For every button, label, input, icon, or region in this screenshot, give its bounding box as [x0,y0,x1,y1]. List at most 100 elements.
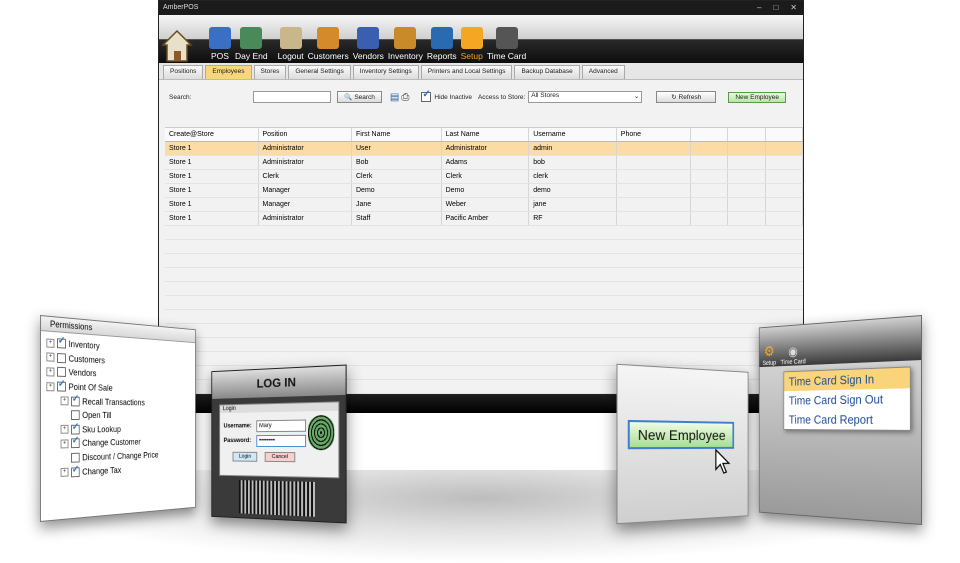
table-cell: Demo [442,184,530,197]
permission-checkbox[interactable] [57,367,66,377]
login-button[interactable]: Login [233,452,258,462]
ribbon-button-logout[interactable]: Logout [278,27,304,63]
username-input[interactable] [256,420,306,433]
ribbon-button-vendors[interactable]: Vendors [353,27,384,63]
empty-row [165,226,803,240]
permission-label: Customers [68,354,105,366]
ribbon-button-label: Day End [235,51,268,61]
column-header[interactable]: Username [529,128,617,141]
table-cell [617,170,691,183]
column-header[interactable]: Position [259,128,353,141]
permission-checkbox[interactable] [71,467,80,477]
menu-item-report[interactable]: Time Card Report [784,409,910,430]
column-header[interactable]: Last Name [442,128,530,141]
permission-checkbox[interactable] [71,439,80,449]
permission-checkbox[interactable] [71,410,80,420]
print-icon[interactable]: ⎙ [401,92,409,103]
table-cell [617,198,691,211]
tab-positions[interactable]: Positions [163,65,203,79]
new-employee-button[interactable]: New Employee [728,92,786,103]
close-button[interactable]: ✕ [790,1,797,15]
table-cell [691,198,728,211]
table-cell: Administrator [259,156,353,169]
ribbon-button-reports[interactable]: Reports [427,27,457,63]
table-cell [728,184,765,197]
ribbon-button-day-end[interactable]: Day End [235,27,268,63]
permission-label: Point Of Sale [68,382,112,393]
expand-icon[interactable]: + [46,367,54,376]
expand-icon[interactable]: + [61,439,69,448]
column-header[interactable]: First Name [352,128,442,141]
ribbon-button-setup[interactable]: Setup [461,27,483,63]
table-cell [766,170,803,183]
column-header[interactable]: Phone [617,128,691,141]
tab-printers-and-local-settings[interactable]: Printers and Local Settings [421,65,513,79]
ribbon-button-time-card[interactable]: Time Card [487,27,526,63]
refresh-button[interactable]: ↻ Refresh [656,91,716,103]
table-row[interactable]: Store 1 Manager Demo Demo demo [165,184,803,198]
table-row[interactable]: Store 1 Administrator User Administrator adm… [165,142,803,156]
ribbon-button-pos[interactable]: POS [209,27,231,63]
permission-checkbox[interactable] [57,339,66,349]
expand-icon[interactable]: + [46,353,54,362]
access-store-select[interactable]: All Stores ⌄ [528,91,642,103]
expand-icon[interactable]: + [46,382,54,391]
home-icon[interactable] [161,29,193,63]
setup-gear-icon[interactable]: ⚙ [764,342,775,360]
table-row[interactable]: Store 1 Administrator Staff Pacific Amber RF [165,212,803,226]
tab-stores[interactable]: Stores [254,65,287,79]
minimize-button[interactable]: – [757,1,761,15]
table-cell [691,184,728,197]
ribbon-button-customers[interactable]: Customers [308,27,349,63]
menu-item-sign-out[interactable]: Time Card Sign Out [784,388,910,410]
search-input[interactable] [253,91,331,103]
permission-checkbox[interactable] [71,453,80,463]
permissions-panel: Permissions +Inventory+Customers+Vendors… [40,315,196,522]
hide-inactive-checkbox[interactable] [421,92,431,102]
login-banner: LOG IN [212,366,345,399]
permission-label: Inventory [68,339,99,351]
ribbon-button-label: Logout [278,51,304,61]
tab-general-settings[interactable]: General Settings [288,65,350,79]
password-label: Password: [224,438,257,444]
table-row[interactable]: Store 1 Clerk Clerk Clerk clerk [165,170,803,184]
table-cell: Staff [352,212,442,225]
password-input[interactable] [256,435,306,447]
table-cell [617,142,691,155]
menu-item-sign-in[interactable]: Time Card Sign In [784,367,910,391]
permission-label: Discount / Change Price [82,450,158,462]
column-header[interactable]: Create@Store [165,128,259,141]
expand-icon[interactable]: + [61,397,69,406]
table-cell: Administrator [259,142,353,155]
search-button[interactable]: 🔍 Search [337,91,382,103]
tab-employees[interactable]: Employees [205,65,251,79]
fingerprint-icon [308,415,334,450]
table-row[interactable]: Store 1 Administrator Bob Adams bob [165,156,803,170]
permission-checkbox[interactable] [71,396,80,406]
timecard-clock-icon[interactable]: ◉ [788,344,797,360]
timecard-panel: ⚙ Setup ◉ Time Card Time Card Sign In Ti… [759,315,922,525]
tab-inventory-settings[interactable]: Inventory Settings [353,65,419,79]
expand-icon[interactable]: + [46,338,54,347]
new-employee-large-button[interactable]: New Employee [628,420,735,449]
table-row[interactable]: Store 1 Manager Jane Weber jane [165,198,803,212]
maximize-button[interactable]: □ [773,1,778,15]
permission-checkbox[interactable] [57,382,66,392]
expand-icon[interactable]: + [61,468,69,477]
cancel-button[interactable]: Cancel [265,452,295,462]
employee-grid: Create@Store Position First Name Last Name U… [165,127,803,394]
pos-icon [209,27,231,49]
ribbon-button-inventory[interactable]: Inventory [388,27,423,63]
expand-icon[interactable]: + [61,425,69,434]
tab-backup-database[interactable]: Backup Database [514,65,579,79]
table-cell: Store 1 [165,156,259,169]
permission-checkbox[interactable] [71,425,80,435]
permission-checkbox[interactable] [57,353,66,363]
timecard-label: Time Card [781,359,806,366]
tab-advanced[interactable]: Advanced [582,65,625,79]
permission-item[interactable]: +Open Till [46,408,191,423]
table-cell: Administrator [259,212,353,225]
permission-item[interactable]: + Recall Transactions [46,394,191,410]
export-icon[interactable]: ▤ [390,92,399,103]
table-cell: Store 1 [165,198,259,211]
